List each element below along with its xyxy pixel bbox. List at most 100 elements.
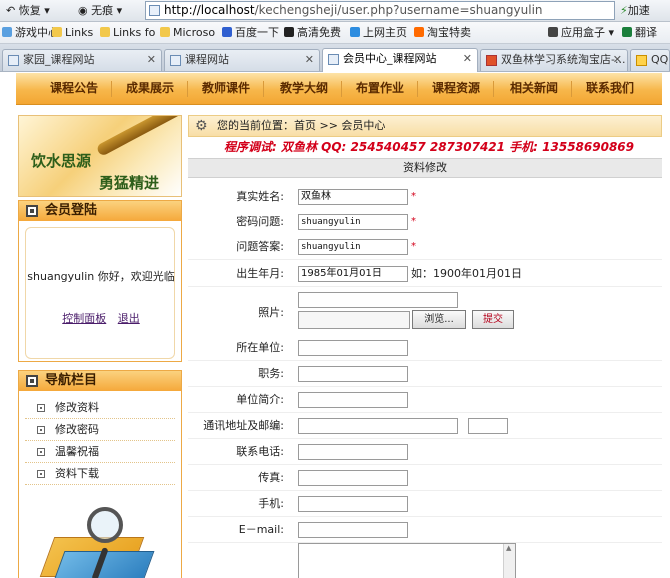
question-input[interactable]: shuangyulin	[298, 214, 408, 230]
birth-label: 出生年月:	[236, 267, 284, 280]
tab-strip: 家园_课程网站 ✕ 课程网站 ✕ 会员中心_课程网站 ✕ 双鱼林学习系统淘宝店-...…	[0, 44, 670, 72]
bookmark-app-box[interactable]: 应用盒子 ▾	[548, 25, 614, 41]
left-sidebar: 饮水思源 勇猛精进 会员登陆 shuangyulin 你好，欢迎光临 控制面板 …	[18, 115, 182, 578]
address-input[interactable]: http://localhost/kechengsheji/user.php?u…	[145, 1, 615, 20]
nav-syllabus[interactable]: 教学大纲	[280, 73, 328, 103]
bookmark-homepage[interactable]: 上网主页	[350, 25, 407, 41]
email-label: E－mail:	[238, 523, 284, 536]
nav-course-notice[interactable]: 课程公告	[50, 73, 98, 103]
nav-divider	[493, 81, 494, 97]
speed-button[interactable]: ⚡加速	[620, 2, 650, 19]
close-icon[interactable]: ✕	[613, 50, 622, 70]
nav-resources[interactable]: 课程资源	[432, 73, 480, 103]
realname-input[interactable]: 双鱼林	[298, 189, 408, 205]
bookmark-taobao[interactable]: 淘宝特卖	[414, 25, 471, 41]
photo-file-input[interactable]	[298, 311, 410, 329]
close-icon[interactable]: ✕	[463, 49, 472, 69]
bullet-icon	[37, 426, 45, 434]
logout-link[interactable]: 退出	[118, 312, 140, 325]
unit-intro-input[interactable]	[298, 392, 408, 408]
phone-input[interactable]	[298, 444, 408, 460]
birth-hint: 如：1900年01月01日	[411, 267, 522, 280]
main-content: ⚙ 您的当前位置：首页 >> 会员中心 程序调试: 双鱼林 QQ: 254540…	[188, 115, 662, 578]
email-input[interactable]	[298, 522, 408, 538]
bookmark-label: 上网主页	[363, 26, 407, 39]
nav-courseware[interactable]: 教师课件	[202, 73, 250, 103]
row-birth: 出生年月: 1985年01月01日 如：1900年01月01日	[188, 261, 662, 287]
close-icon[interactable]: ✕	[147, 50, 156, 70]
menu-item-change-password[interactable]: 修改密码	[25, 419, 175, 441]
qq-icon	[636, 55, 647, 66]
tab-qq[interactable]: QQ	[630, 49, 670, 71]
breadcrumb-text: 您的当前位置：首页 >> 会员中心	[217, 119, 386, 132]
tab-taobao-store[interactable]: 双鱼林学习系统淘宝店-... ✕	[480, 49, 628, 71]
bookmark-links-for[interactable]: Links fo	[100, 25, 155, 41]
store-icon	[486, 55, 497, 66]
menu-item-downloads[interactable]: 资料下载	[25, 463, 175, 485]
bookmark-links[interactable]: Links	[52, 25, 93, 41]
nav-news[interactable]: 相关新闻	[510, 73, 558, 103]
bookmark-label: 淘宝特卖	[427, 26, 471, 39]
page-icon	[170, 55, 181, 66]
banner-line1: 饮水思源	[31, 152, 92, 170]
unit-intro-label: 单位简介:	[236, 393, 284, 406]
menu-item-edit-profile[interactable]: 修改资料	[25, 397, 175, 419]
nav-achievements[interactable]: 成果展示	[126, 73, 174, 103]
zipcode-input[interactable]	[468, 418, 508, 434]
member-links: 控制面板 退出	[26, 310, 176, 326]
unit-label: 所在单位:	[236, 341, 284, 354]
scrollbar[interactable]	[503, 544, 515, 578]
bolt-icon: ⚡	[620, 4, 628, 17]
back-button-label: 恢复	[18, 4, 41, 17]
bookmark-game-center[interactable]: 游戏中心	[2, 25, 59, 41]
intro-textarea[interactable]	[298, 543, 516, 578]
tab-member-center[interactable]: 会员中心_课程网站 ✕	[322, 48, 478, 72]
row-email: E－mail:	[188, 517, 662, 543]
question-label: 密码问题:	[236, 215, 284, 228]
private-button-label: 无痕	[91, 4, 114, 17]
answer-input[interactable]: shuangyulin	[298, 239, 408, 255]
private-button[interactable]: ◉ 无痕 ▾	[74, 2, 126, 19]
fax-input[interactable]	[298, 470, 408, 486]
bookmark-translate[interactable]: 翻译	[622, 25, 657, 41]
browse-button[interactable]: 浏览...	[412, 310, 466, 329]
tab-home[interactable]: 家园_课程网站 ✕	[2, 49, 162, 71]
required-mark: *	[411, 241, 416, 252]
address-input[interactable]	[298, 418, 458, 434]
box-icon	[26, 375, 38, 387]
control-panel-link[interactable]: 控制面板	[62, 312, 106, 325]
nav-menu-title: 导航栏目	[45, 373, 98, 388]
bullet-icon	[37, 404, 45, 412]
upload-submit-button[interactable]: 提交	[472, 310, 514, 329]
paw-icon	[222, 27, 232, 37]
nav-homework[interactable]: 布置作业	[356, 73, 404, 103]
nav-contact[interactable]: 联系我们	[586, 73, 634, 103]
job-input[interactable]	[298, 366, 408, 382]
mobile-input[interactable]	[298, 496, 408, 512]
back-button[interactable]: ↶ 恢复 ▾	[2, 2, 54, 19]
box-icon	[26, 205, 38, 217]
translate-icon	[622, 27, 632, 37]
books-magnifier-illustration	[39, 501, 161, 578]
tab-label: QQ	[651, 53, 669, 66]
unit-input[interactable]	[298, 340, 408, 356]
debug-contact-line: 程序调试: 双鱼林 QQ: 254540457 287307421 手机: 13…	[224, 140, 635, 154]
bookmark-baidu[interactable]: 百度一下	[222, 25, 279, 41]
bookmark-hd-free[interactable]: 高清免费	[284, 25, 341, 41]
menu-item-wishes[interactable]: 温馨祝福	[25, 441, 175, 463]
pen-illustration	[95, 116, 181, 157]
photo-path-input[interactable]	[298, 292, 458, 308]
form-title: 资料修改	[188, 158, 662, 178]
close-icon[interactable]: ✕	[305, 50, 314, 70]
motto-banner: 饮水思源 勇猛精进	[18, 115, 182, 197]
row-photo: 照片: 浏览... 提交	[188, 288, 662, 338]
bullet-icon	[37, 448, 45, 456]
tab-course[interactable]: 课程网站 ✕	[164, 49, 320, 71]
bookmark-microsoft[interactable]: Microso	[160, 25, 215, 41]
member-body: shuangyulin 你好，欢迎光临 控制面板 退出	[25, 227, 175, 359]
tab-label: 课程网站	[185, 53, 229, 66]
row-job: 职务:	[188, 361, 662, 387]
row-address: 通讯地址及邮编:	[188, 413, 662, 439]
birth-input[interactable]: 1985年01月01日	[298, 266, 408, 282]
page-icon	[8, 55, 19, 66]
